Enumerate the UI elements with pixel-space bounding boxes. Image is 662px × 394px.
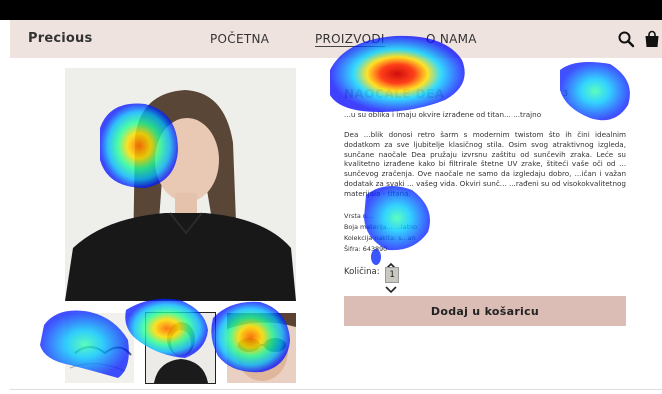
product-title: NAOČALE DEA xyxy=(344,87,445,101)
product-intro: ...u su oblika i imaju okvire izrađene o… xyxy=(344,110,542,119)
thumbnail-1[interactable] xyxy=(65,313,134,383)
product-price: 3 xyxy=(563,89,569,98)
search-icon[interactable] xyxy=(617,30,635,48)
quantity-label: Količina: xyxy=(344,267,380,277)
spec-material-color: Boja materija... ...latno xyxy=(344,223,418,231)
add-to-cart-button[interactable]: Dodaj u košaricu xyxy=(344,296,626,326)
nav-link-about[interactable]: O NAMA xyxy=(426,32,477,46)
thumbnail-3[interactable] xyxy=(227,313,296,383)
thumbnail-2[interactable] xyxy=(145,312,216,384)
spec-type: Vrsta n... xyxy=(344,212,373,220)
spec-sku: Šifra: 643890 xyxy=(344,245,388,253)
divider xyxy=(10,389,662,390)
shopping-bag-icon[interactable] xyxy=(643,30,661,48)
nav-link-home[interactable]: POČETNA xyxy=(210,32,269,46)
top-black-bar xyxy=(0,0,662,20)
main-product-photo xyxy=(65,68,296,301)
product-description: Dea ...blik donosi retro šarm s modernim… xyxy=(344,130,626,198)
brand-logo[interactable]: Precious xyxy=(28,31,92,46)
chevron-up-icon[interactable] xyxy=(384,256,398,270)
navbar: Precious POČETNA PROIZVODI O NAMA xyxy=(10,20,662,58)
chevron-down-icon[interactable] xyxy=(384,280,398,294)
nav-link-products[interactable]: PROIZVODI xyxy=(315,32,385,47)
spec-collection: Kolekcija nakita: s...an xyxy=(344,234,416,242)
